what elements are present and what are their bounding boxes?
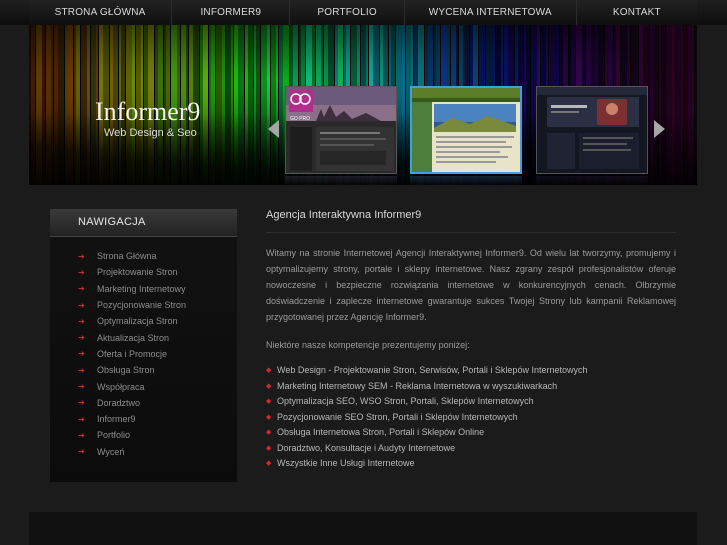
sidebar-item-optimization[interactable]: ➜ Optymalizacja Stron — [50, 313, 237, 329]
list-item: ◆ Marketing Internetowy SEM - Reklama Int… — [266, 378, 676, 394]
arrow-bullet-icon: ➜ — [78, 251, 85, 261]
nav-item-informer9[interactable]: INFORMER9 — [172, 0, 291, 25]
top-navigation-bar: STRONA GŁÓWNA INFORMER9 PORTFOLIO WYCENA… — [29, 0, 697, 25]
diamond-bullet-icon: ◆ — [266, 460, 272, 468]
nav-item-home[interactable]: STRONA GŁÓWNA — [29, 0, 173, 25]
competency-label: Pozycjonowanie SEO Stron, Portali i Skle… — [277, 411, 518, 422]
diamond-bullet-icon: ◆ — [266, 398, 272, 406]
site-logo[interactable]: Informer9 — [95, 97, 200, 127]
sidebar-header: NAWIGACJA — [50, 209, 237, 237]
page-title: Agencja Interaktywna Informer9 — [266, 209, 422, 221]
arrow-bullet-icon: ➜ — [78, 365, 85, 375]
sidebar-item-portfolio[interactable]: ➜ Portfolio — [50, 427, 237, 443]
list-item: ◆ Obsługa Internetowa Stron, Portali i Sk… — [266, 425, 676, 441]
main-content: Agencja Interaktywna Informer9 Witamy na… — [266, 209, 676, 471]
sidebar-item-label: Strona Główna — [97, 251, 157, 262]
slider-prev-arrow-icon[interactable] — [268, 120, 279, 138]
competency-label: Obsługa Internetowa Stron, Portali i Skl… — [277, 427, 485, 438]
competency-label: Optymalizacja SEO, WSO Stron, Portali, S… — [277, 396, 534, 407]
arrow-bullet-icon: ➜ — [78, 382, 85, 392]
list-item: ◆ Doradztwo, Konsultacje i Audyty Interne… — [266, 440, 676, 456]
portfolio-thumbnail-1-image: GO PRO — [286, 87, 396, 173]
list-item: ◆ Wszystkie Inne Usługi Internetowe — [266, 456, 676, 472]
portfolio-thumbnail-2[interactable] — [410, 86, 522, 174]
portfolio-thumbnail-3-reflection — [536, 176, 648, 185]
arrow-bullet-icon: ➜ — [78, 349, 85, 359]
competency-label: Doradztwo, Konsultacje i Audyty Internet… — [277, 442, 456, 453]
sidebar-item-maintenance[interactable]: ➜ Obsługa Stron — [50, 362, 237, 378]
diamond-bullet-icon: ◆ — [266, 367, 272, 375]
footer-bar — [29, 512, 697, 545]
sidebar-item-label: Wyceń — [97, 446, 125, 457]
competency-label: Wszystkie Inne Usługi Internetowe — [277, 458, 415, 469]
portfolio-thumbnail-2-image — [412, 88, 520, 172]
sidebar-title: NAWIGACJA — [78, 216, 146, 228]
arrow-bullet-icon: ➜ — [78, 414, 85, 424]
list-item: ◆ Pozycjonowanie SEO Stron, Portali i Skl… — [266, 409, 676, 425]
sidebar-item-positioning[interactable]: ➜ Pozycjonowanie Stron — [50, 297, 237, 313]
sidebar-item-consulting[interactable]: ➜ Doradztwo — [50, 395, 237, 411]
portfolio-thumbnail-1-reflection — [285, 176, 397, 185]
sidebar-item-label: Obsługa Stron — [97, 365, 155, 376]
competency-label: Marketing Internetowy SEM - Reklama Inte… — [277, 380, 558, 391]
arrow-bullet-icon: ➜ — [78, 284, 85, 294]
sidebar-item-web-design[interactable]: ➜ Projektowanie Stron — [50, 264, 237, 280]
competencies-list: ◆ Web Design - Projektowanie Stron, Serwi… — [266, 363, 676, 472]
arrow-bullet-icon: ➜ — [78, 430, 85, 440]
diamond-bullet-icon: ◆ — [266, 444, 272, 452]
top-navigation: STRONA GŁÓWNA INFORMER9 PORTFOLIO WYCENA… — [0, 0, 727, 25]
sidebar-item-label: Projektowanie Stron — [97, 267, 178, 278]
sidebar-item-label: Portfolio — [97, 430, 131, 441]
portfolio-thumbnail-3[interactable] — [536, 86, 648, 174]
portfolio-thumbnail-1[interactable]: GO PRO — [285, 86, 397, 174]
sidebar-item-informer9[interactable]: ➜ Informer9 — [50, 411, 237, 427]
sidebar-menu: ➜ Strona Główna ➜ Projektowanie Stron ➜ Mar… — [50, 248, 237, 460]
arrow-bullet-icon: ➜ — [78, 333, 85, 343]
portfolio-thumbnail-3-image — [537, 87, 647, 173]
title-divider — [266, 232, 676, 233]
nav-item-contact[interactable]: KONTAKT — [576, 0, 697, 25]
list-item: ◆ Optymalizacja SEO, WSO Stron, Portali, … — [266, 394, 676, 410]
competencies-lead: Niektóre nasze kompetencje prezentujemy … — [266, 340, 470, 351]
sidebar-item-label: Aktualizacja Stron — [97, 332, 170, 343]
site-tagline: Web Design & Seo — [104, 127, 197, 139]
sidebar-item-label: Informer9 — [97, 414, 136, 425]
sidebar-item-label: Współpraca — [97, 381, 145, 392]
slider-next-arrow-icon[interactable] — [654, 120, 665, 138]
sidebar-item-offers[interactable]: ➜ Oferta i Promocje — [50, 346, 237, 362]
sidebar-item-updates[interactable]: ➜ Aktualizacja Stron — [50, 329, 237, 345]
arrow-bullet-icon: ➜ — [78, 267, 85, 277]
diamond-bullet-icon: ◆ — [266, 429, 272, 437]
arrow-bullet-icon: ➜ — [78, 316, 85, 326]
list-item: ◆ Web Design - Projektowanie Stron, Serwi… — [266, 363, 676, 379]
intro-paragraph: Witamy na stronie Internetowej Agencji I… — [266, 248, 676, 323]
sidebar-item-label: Marketing Internetowy — [97, 283, 186, 294]
nav-item-portfolio[interactable]: PORTFOLIO — [290, 0, 405, 25]
arrow-bullet-icon: ➜ — [78, 300, 85, 310]
sidebar-navigation: NAWIGACJA ➜ Strona Główna ➜ Projektowanie … — [50, 209, 237, 482]
sidebar-item-cooperation[interactable]: ➜ Współpraca — [50, 378, 237, 394]
arrow-bullet-icon: ➜ — [78, 398, 85, 408]
portfolio-thumbnail-2-reflection — [410, 176, 522, 185]
sidebar-item-home[interactable]: ➜ Strona Główna — [50, 248, 237, 264]
sidebar-item-label: Oferta i Promocje — [97, 348, 168, 359]
arrow-bullet-icon: ➜ — [78, 447, 85, 457]
sidebar-item-label: Pozycjonowanie Stron — [97, 300, 187, 311]
sidebar-item-marketing[interactable]: ➜ Marketing Internetowy — [50, 281, 237, 297]
sidebar-item-label: Optymalizacja Stron — [97, 316, 178, 327]
diamond-bullet-icon: ◆ — [266, 382, 272, 390]
portfolio-thumbnail-1-text: GO PRO — [290, 116, 310, 122]
sidebar-item-label: Doradztwo — [97, 397, 141, 408]
competency-label: Web Design - Projektowanie Stron, Serwis… — [277, 365, 588, 376]
header-banner: Informer9 Web Design & Seo GO PRO — [29, 25, 697, 185]
diamond-bullet-icon: ◆ — [266, 413, 272, 421]
nav-item-pricing[interactable]: WYCENA INTERNETOWA — [404, 0, 577, 25]
sidebar-item-pricing[interactable]: ➜ Wyceń — [50, 444, 237, 460]
